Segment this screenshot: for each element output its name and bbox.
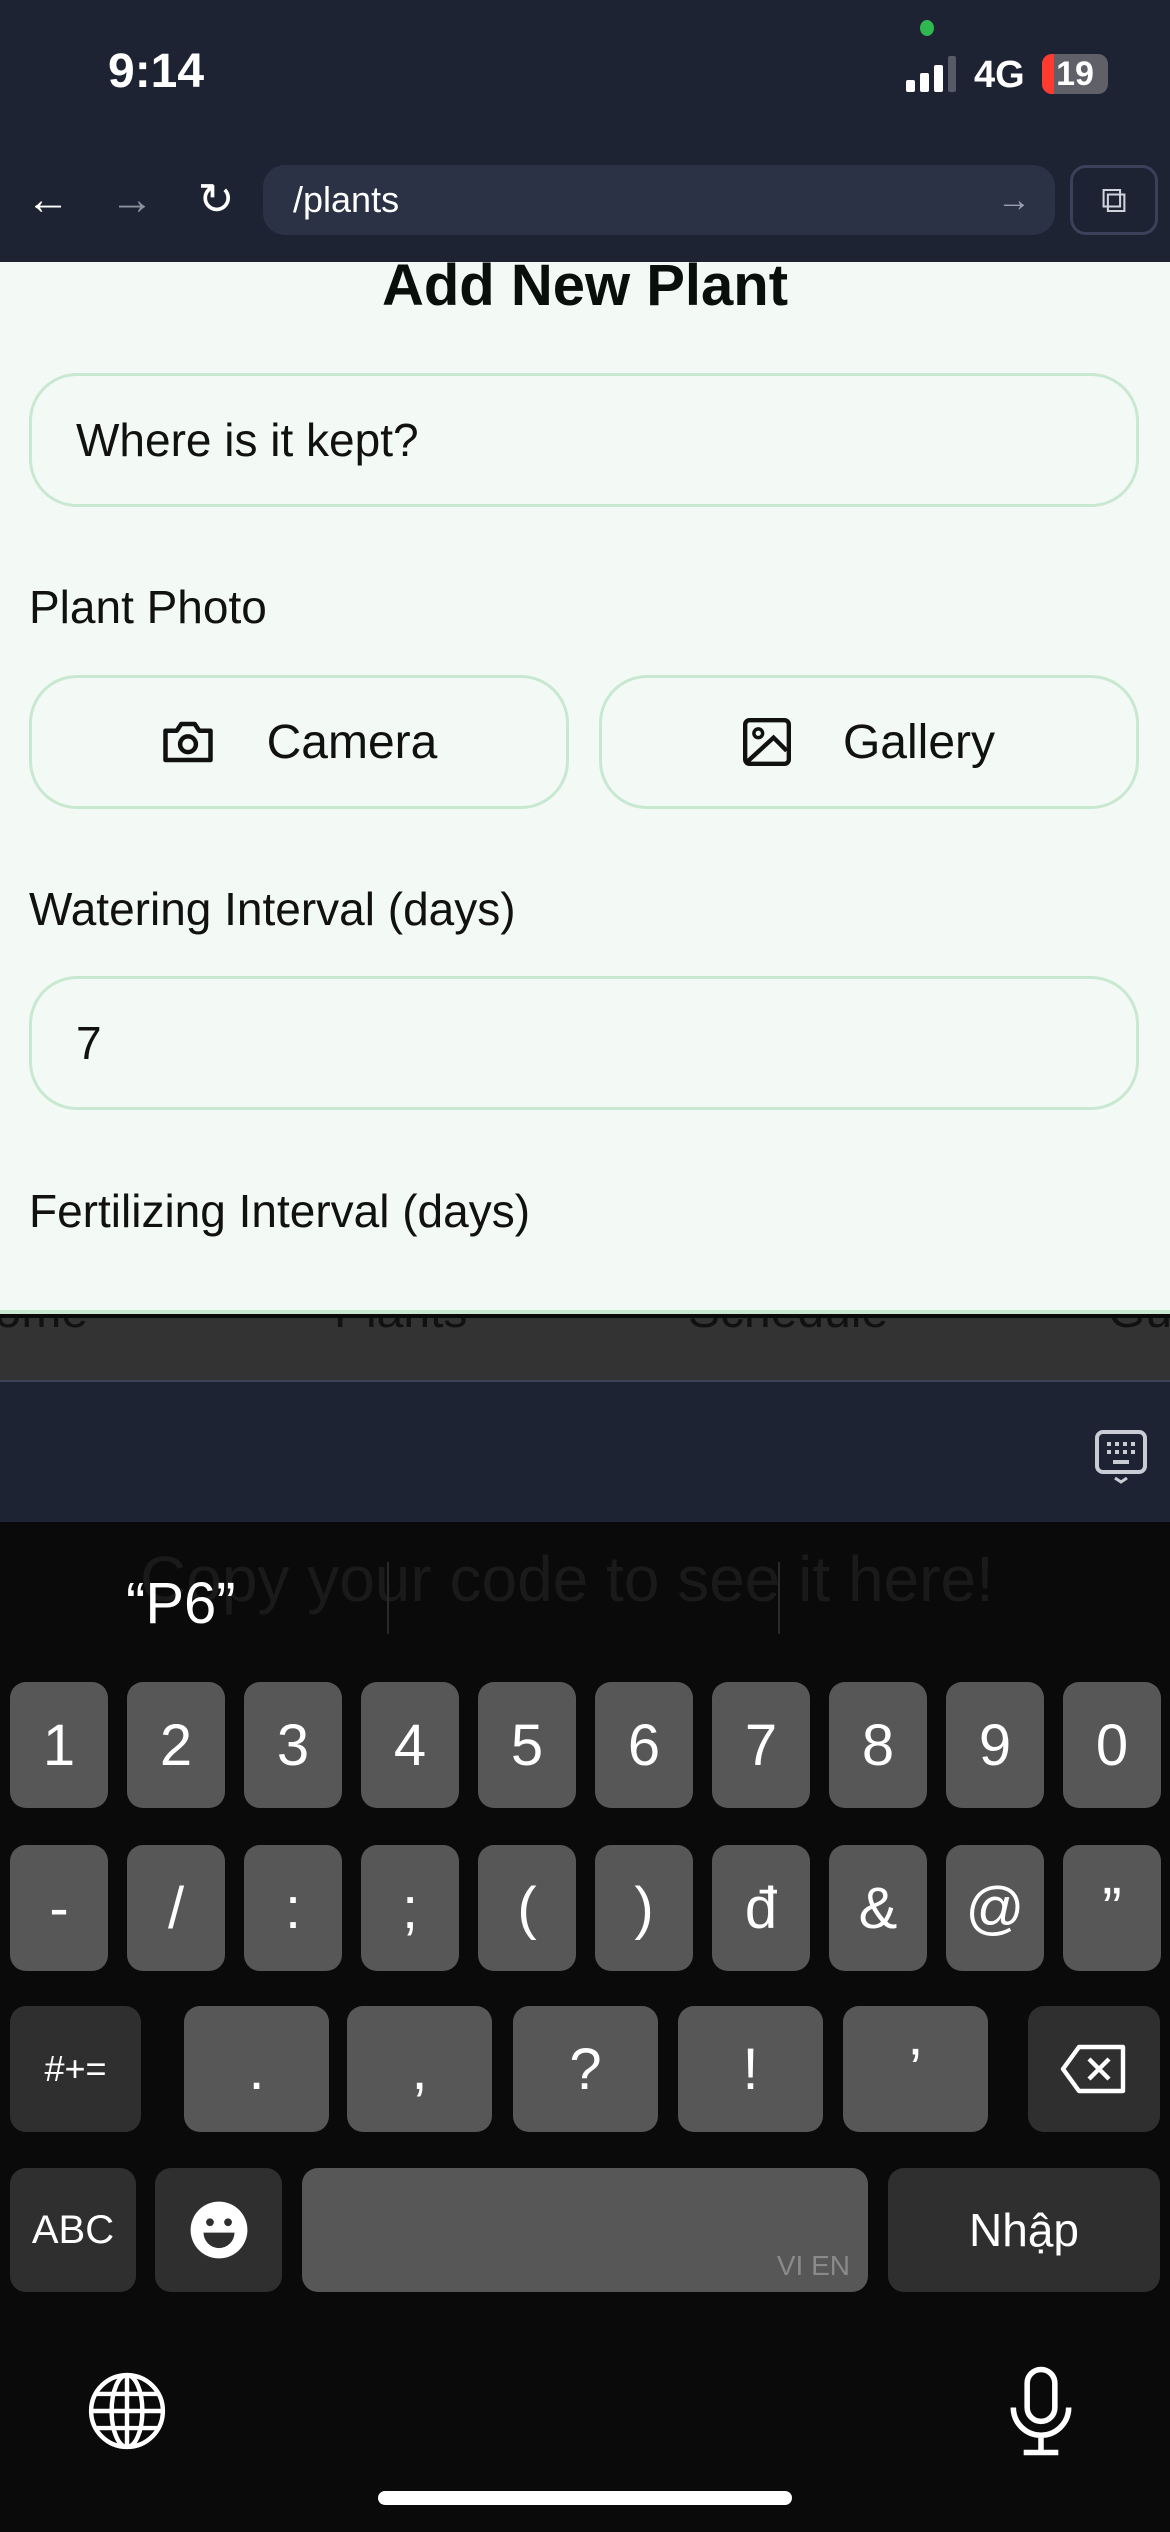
key-8[interactable]: 8 [829,1682,927,1808]
page-title: Add New Plant [381,262,789,318]
camera-indicator-dot [920,20,934,36]
status-time: 9:14 [108,45,205,98]
top-bar: 9:14 4G 19 ← → ↻ /plants → ⧉ [0,0,1170,262]
key-4[interactable]: 4 [361,1682,459,1808]
key-punctuation[interactable]: . [184,2006,329,2132]
home-indicator[interactable] [378,2491,792,2505]
key-symbol[interactable]: @ [946,1845,1044,1971]
photo-label: Plant Photo [29,581,267,633]
camera-label: Camera [266,715,438,769]
key-symbol[interactable]: ; [361,1845,459,1971]
open-external-icon[interactable]: ⧉ [1070,165,1158,235]
key-punctuation[interactable]: ’ [843,2006,988,2132]
watering-input[interactable]: 7 [29,976,1139,1110]
globe-icon[interactable] [86,2370,168,2452]
key-symbol[interactable]: đ [712,1845,810,1971]
key-punctuation[interactable]: ? [513,2006,658,2132]
suggestion-item[interactable]: “P6” [126,1570,236,1637]
location-input[interactable]: Where is it kept? [29,373,1139,507]
key-2[interactable]: 2 [127,1682,225,1808]
key-punctuation[interactable]: ! [678,2006,823,2132]
key-symbol[interactable]: : [244,1845,342,1971]
ghost-overlay-text: Copy your code to see it here! [140,1543,994,1615]
fertilizing-label: Fertilizing Interval (days) [29,1185,531,1237]
add-plant-form: Add New Plant Where is it kept? Plant Ph… [0,262,1170,1314]
url-text: /plants [293,179,400,220]
keyboard-dismiss-icon[interactable] [1093,1430,1149,1486]
key-7[interactable]: 7 [712,1682,810,1808]
backspace-icon [1060,2044,1126,2094]
suggestion-divider [387,1562,389,1634]
emoji-icon [190,2201,247,2259]
url-bar[interactable]: /plants → [263,165,1055,235]
battery-level: 19 [1056,55,1094,93]
key-6[interactable]: 6 [595,1682,693,1808]
space-key[interactable]: VI EN [302,2168,868,2292]
gallery-label: Gallery [842,715,996,769]
key-punctuation[interactable]: , [347,2006,492,2132]
key-0[interactable]: 0 [1063,1682,1161,1808]
reload-icon[interactable]: ↻ [186,172,246,228]
key-symbol[interactable]: & [829,1845,927,1971]
key-5[interactable]: 5 [478,1682,576,1808]
keyboard-accessory-bar [0,1380,1170,1522]
bottom-tab-bar: Home Plants Schedule Gui [0,1318,1170,1380]
tab-home[interactable]: Home [0,1318,88,1339]
camera-button[interactable]: Camera [29,675,569,809]
symbols-key[interactable]: #+= [10,2006,141,2132]
suggestion-bar: Copy your code to see it here! “P6” [0,1522,1170,1672]
go-arrow-icon[interactable]: → [997,165,1031,235]
key-3[interactable]: 3 [244,1682,342,1808]
microphone-icon[interactable] [1006,2366,1076,2456]
tab-guide[interactable]: Gui [1108,1318,1170,1339]
return-key[interactable]: Nhập [888,2168,1160,2292]
key-symbol[interactable]: ) [595,1845,693,1971]
key-symbol[interactable]: ( [478,1845,576,1971]
battery-icon: 19 [1042,54,1108,94]
forward-icon[interactable]: → [102,172,162,228]
network-type: 4G [974,54,1025,96]
image-icon [742,718,791,766]
camera-icon [162,721,213,763]
key-symbol[interactable]: / [127,1845,225,1971]
emoji-key[interactable] [155,2168,282,2292]
key-symbol[interactable]: ” [1063,1845,1161,1971]
gallery-button[interactable]: Gallery [599,675,1139,809]
back-icon[interactable]: ← [18,172,78,228]
key-1[interactable]: 1 [10,1682,108,1808]
key-symbol[interactable]: - [10,1845,108,1971]
suggestion-divider [778,1562,780,1634]
tab-plants[interactable]: Plants [334,1318,467,1339]
abc-key[interactable]: ABC [10,2168,136,2292]
watering-label: Watering Interval (days) [29,883,516,935]
key-9[interactable]: 9 [946,1682,1044,1808]
delete-key[interactable] [1028,2006,1160,2132]
signal-icon [906,56,956,92]
language-indicator: VI EN [776,2250,850,2281]
tab-schedule[interactable]: Schedule [688,1318,888,1339]
